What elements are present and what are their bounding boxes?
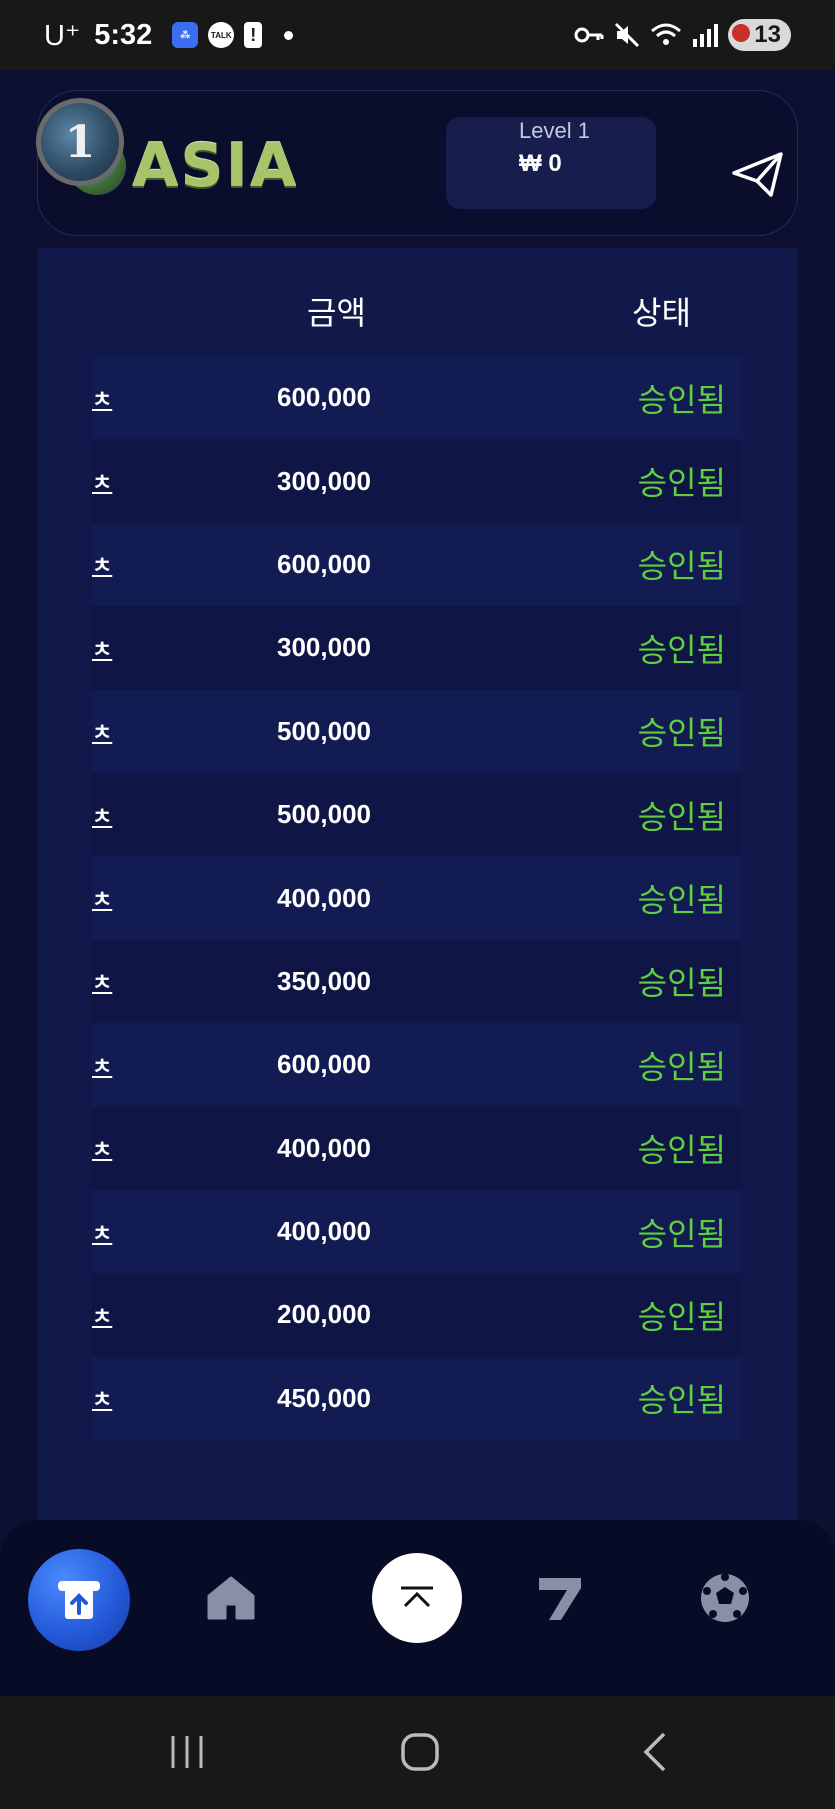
table-row[interactable]: ㅊ 600,000 승인됨 <box>92 522 742 607</box>
row-status: 승인됨 <box>637 882 726 919</box>
home-button[interactable] <box>201 1568 261 1628</box>
row-amount: 400,000 <box>277 1132 371 1163</box>
row-amount: 400,000 <box>277 882 371 913</box>
table-row[interactable]: ㅊ 400,000 승인됨 <box>92 856 742 940</box>
app-notification-icon: ⁂ <box>172 22 199 48</box>
deposit-button[interactable] <box>28 1549 130 1651</box>
mute-icon <box>615 22 640 48</box>
logo-text: ASIA <box>132 131 299 201</box>
level-badge-icon: 1 <box>36 98 124 186</box>
recent-apps-icon <box>171 1736 203 1768</box>
row-status: 승인됨 <box>637 465 726 502</box>
kakaotalk-icon: TALK <box>208 22 235 48</box>
table-row[interactable]: ㅊ 600,000 승인됨 <box>92 356 742 440</box>
vpn-key-icon <box>574 27 604 43</box>
history-table: ㅊ 600,000 승인됨 ㅊ 300,000 승인됨 ㅊ 600,000 승인됨 ㅊ 300,00… <box>92 356 742 1441</box>
level-label: Level 1 <box>519 118 590 143</box>
top-header: ASIA <box>37 90 798 236</box>
row-amount: 450,000 <box>277 1382 371 1413</box>
row-status: 승인됨 <box>637 1132 726 1169</box>
row-date-link[interactable]: ㅊ <box>92 799 112 831</box>
back-chevron-icon <box>643 1732 666 1772</box>
table-row[interactable]: ㅊ 300,000 승인됨 <box>92 439 742 523</box>
row-date-link[interactable]: ㅊ <box>92 465 112 497</box>
home-icon <box>207 1576 255 1620</box>
carrier-label: U⁺ <box>44 19 81 52</box>
slots-button[interactable] <box>530 1568 590 1628</box>
soccer-ball-icon <box>701 1573 749 1622</box>
row-date-link[interactable]: ㅊ <box>92 965 112 997</box>
table-row[interactable]: ㅊ 400,000 승인됨 <box>92 1106 742 1190</box>
row-date-link[interactable]: ㅊ <box>92 382 112 414</box>
alert-icon: ! <box>244 22 263 48</box>
home-circle-icon <box>401 1733 439 1771</box>
row-date-link[interactable]: ㅊ <box>92 1382 112 1414</box>
signal-icon <box>693 24 719 47</box>
row-status: 승인됨 <box>637 965 726 1002</box>
row-date-link[interactable]: ㅊ <box>92 1299 112 1331</box>
back-button[interactable] <box>634 1724 678 1780</box>
more-notifications-dot <box>284 30 294 40</box>
table-row[interactable]: ㅊ 400,000 승인됨 <box>92 1189 742 1274</box>
row-amount: 600,000 <box>277 1049 371 1080</box>
row-status: 승인됨 <box>637 631 726 668</box>
row-amount: 300,000 <box>277 632 371 663</box>
table-row[interactable]: ㅊ 300,000 승인됨 <box>92 606 742 690</box>
scroll-top-icon <box>401 1586 433 1608</box>
row-amount: 500,000 <box>277 799 371 830</box>
row-date-link[interactable]: ㅊ <box>92 1132 112 1164</box>
row-amount: 600,000 <box>277 382 371 413</box>
clock: 5:32 <box>94 18 153 51</box>
row-status: 승인됨 <box>637 715 726 752</box>
balance-value: ₩ 0 <box>519 150 562 177</box>
row-date-link[interactable]: ㅊ <box>92 715 112 747</box>
row-status: 승인됨 <box>637 1215 726 1252</box>
status-bar: U⁺ 5:32 ⁂ TALK ! 13 <box>0 0 835 70</box>
bottom-nav <box>0 1520 835 1696</box>
row-amount: 600,000 <box>277 548 371 579</box>
wifi-icon <box>651 23 682 45</box>
row-date-link[interactable]: ㅊ <box>92 632 112 664</box>
scroll-top-button[interactable] <box>372 1553 462 1643</box>
telegram-send-icon[interactable] <box>731 151 785 199</box>
row-amount: 200,000 <box>277 1299 371 1330</box>
history-panel: 금액 상태 ㅊ 600,000 승인됨 ㅊ 300,000 승인됨 ㅊ 600,000 승인됨 ㅊ… <box>37 248 798 1600</box>
row-amount: 500,000 <box>277 715 371 746</box>
table-row[interactable]: ㅊ 500,000 승인됨 <box>92 689 742 773</box>
column-header-status: 상태 <box>632 295 691 331</box>
row-status: 승인됨 <box>637 1382 726 1419</box>
table-row[interactable]: ㅊ 350,000 승인됨 <box>92 939 742 1024</box>
row-status: 승인됨 <box>637 1298 726 1335</box>
table-header: 금액 상태 <box>37 278 798 338</box>
column-header-amount: 금액 <box>307 295 366 331</box>
battery-indicator: 13 <box>728 19 791 51</box>
row-date-link[interactable]: ㅊ <box>92 882 112 914</box>
home-system-button[interactable] <box>398 1724 442 1780</box>
row-status: 승인됨 <box>637 1048 726 1085</box>
table-row[interactable]: ㅊ 450,000 승인됨 <box>92 1356 742 1441</box>
slot-seven-icon <box>539 1578 581 1620</box>
row-amount: 400,000 <box>277 1216 371 1247</box>
sports-button[interactable] <box>695 1568 755 1628</box>
table-row[interactable]: ㅊ 500,000 승인됨 <box>92 772 742 857</box>
row-amount: 300,000 <box>277 465 371 496</box>
row-date-link[interactable]: ㅊ <box>92 548 112 580</box>
recent-apps-button[interactable] <box>165 1724 209 1780</box>
row-date-link[interactable]: ㅊ <box>92 1216 112 1248</box>
app-screen: ASIA 1 Level 1 ₩ 0 금액 상태 ㅊ 600,000 승인됨 ㅊ 300… <box>0 70 835 1696</box>
deposit-icon <box>58 1581 100 1619</box>
table-row[interactable]: ㅊ 200,000 승인됨 <box>92 1273 742 1357</box>
system-navigation-bar <box>0 1696 835 1809</box>
row-status: 승인됨 <box>637 381 726 418</box>
row-status: 승인됨 <box>637 548 726 585</box>
row-date-link[interactable]: ㅊ <box>92 1049 112 1081</box>
row-amount: 350,000 <box>277 965 371 996</box>
table-row[interactable]: ㅊ 600,000 승인됨 <box>92 1023 742 1107</box>
row-status: 승인됨 <box>637 798 726 835</box>
